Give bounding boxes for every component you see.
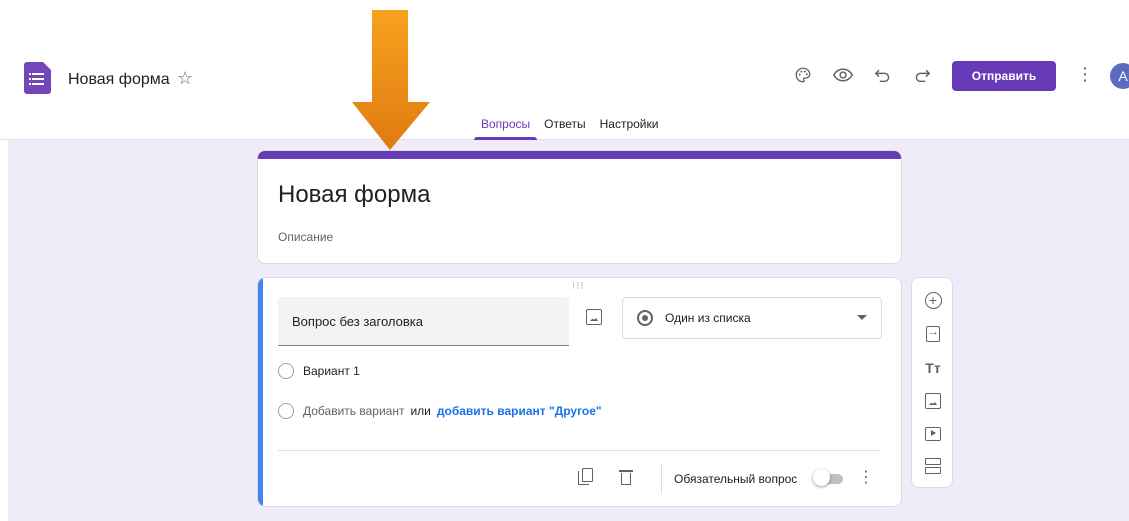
option-1-input[interactable]: Вариант 1 xyxy=(303,364,360,378)
add-image-icon[interactable] xyxy=(923,391,943,411)
form-description-field[interactable]: Описание xyxy=(278,230,333,244)
form-title-card[interactable]: Новая форма Описание xyxy=(257,150,902,264)
undo-icon[interactable] xyxy=(872,64,894,86)
add-question-icon[interactable]: + xyxy=(923,290,943,310)
vertical-divider xyxy=(661,464,662,494)
required-label: Обязательный вопрос xyxy=(674,472,798,486)
question-card[interactable]: ⁝⁝⁝ Вопрос без заголовка Один из списка … xyxy=(257,277,902,507)
google-forms-logo-icon[interactable] xyxy=(24,62,51,94)
question-type-select[interactable]: Один из списка xyxy=(622,297,882,339)
question-more-icon[interactable]: ⋮ xyxy=(858,467,874,487)
tab-responses[interactable]: Ответы xyxy=(537,117,592,139)
add-video-icon[interactable] xyxy=(923,424,943,444)
add-option-link[interactable]: Добавить вариант xyxy=(303,404,404,418)
import-questions-icon[interactable] xyxy=(923,324,943,344)
eye-icon[interactable] xyxy=(832,64,854,86)
tab-questions[interactable]: Вопросы xyxy=(474,117,538,140)
star-icon[interactable]: ☆ xyxy=(177,68,193,89)
annotation-arrow-icon xyxy=(352,10,430,150)
form-title[interactable]: Новая форма xyxy=(278,181,430,209)
more-vert-icon[interactable]: ⋮ xyxy=(1076,64,1094,85)
chevron-down-icon xyxy=(857,315,867,320)
footer-divider xyxy=(278,450,881,451)
duplicate-icon[interactable] xyxy=(578,468,594,486)
option-radio-icon xyxy=(278,363,294,379)
document-title[interactable]: Новая форма xyxy=(68,71,170,89)
drag-handle-icon[interactable]: ⁝⁝⁝ xyxy=(572,281,585,292)
question-type-label: Один из списка xyxy=(665,311,751,325)
accent-bar xyxy=(258,151,901,159)
tabs: Вопросы Ответы Настройки xyxy=(474,117,666,140)
add-option-row: Добавить вариант или добавить вариант "Дру… xyxy=(303,404,602,418)
top-bar: Новая форма ☆ Отправить ⋮ A Вопросы Отве… xyxy=(0,0,1129,140)
add-option-radio-icon xyxy=(278,403,294,419)
palette-icon[interactable] xyxy=(792,64,814,86)
add-title-icon[interactable]: Tт xyxy=(923,358,943,378)
or-text: или xyxy=(410,404,431,418)
send-button[interactable]: Отправить xyxy=(952,61,1056,91)
question-title-text: Вопрос без заголовка xyxy=(292,314,423,329)
required-toggle[interactable] xyxy=(813,469,843,486)
floating-toolbar: + Tт xyxy=(911,277,953,488)
trash-icon[interactable] xyxy=(619,468,633,485)
active-indicator xyxy=(258,278,263,506)
redo-icon[interactable] xyxy=(911,64,933,86)
add-image-icon[interactable] xyxy=(586,309,602,325)
add-other-link[interactable]: добавить вариант "Другое" xyxy=(437,404,602,418)
add-section-icon[interactable] xyxy=(923,456,943,476)
avatar[interactable]: A xyxy=(1110,63,1129,89)
question-title-input[interactable]: Вопрос без заголовка xyxy=(278,297,569,346)
radio-button-icon xyxy=(637,310,653,326)
tab-settings[interactable]: Настройки xyxy=(593,117,666,139)
